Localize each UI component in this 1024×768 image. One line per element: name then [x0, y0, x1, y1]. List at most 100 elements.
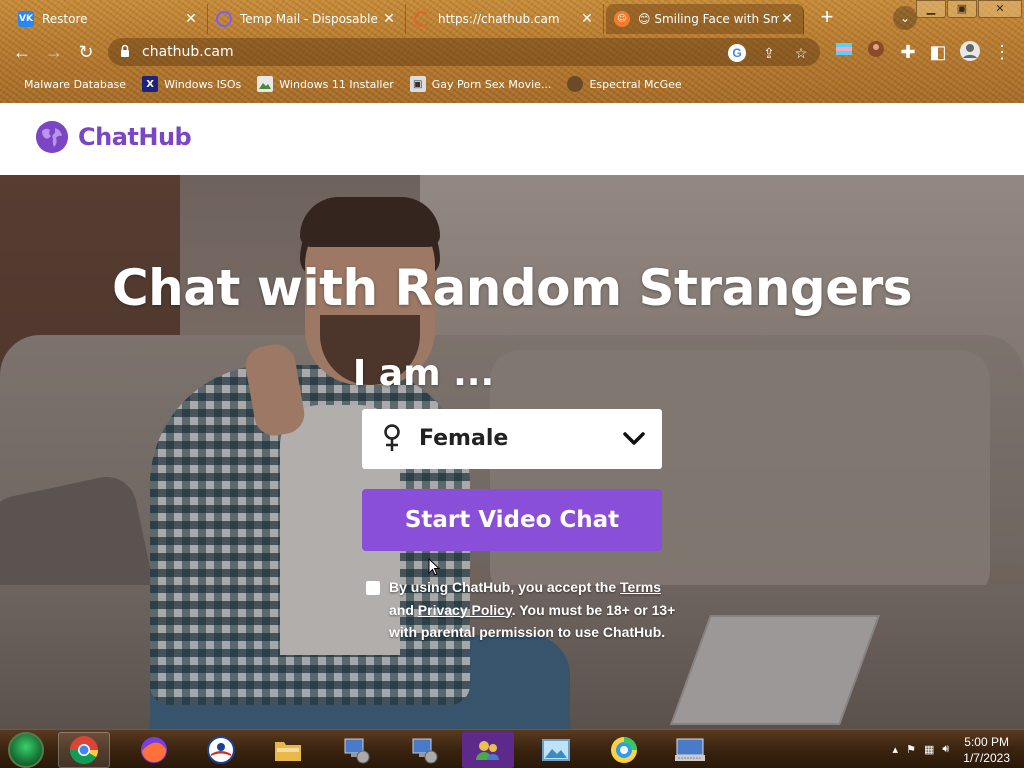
- firefox-icon: [141, 737, 167, 763]
- action-center-flag-icon[interactable]: ⚑: [906, 743, 916, 756]
- tab-temp-mail[interactable]: Temp Mail - Disposable Te ✕: [208, 4, 406, 34]
- terms-and: and: [389, 601, 414, 618]
- network-icon[interactable]: ▦: [924, 743, 934, 756]
- bookmark-label: Espectral McGee: [589, 77, 682, 91]
- loading-icon: [414, 11, 430, 27]
- terms-checkbox[interactable]: [366, 581, 380, 595]
- volume-icon[interactable]: 🔊︎: [942, 743, 949, 756]
- bookmark-malware-database[interactable]: Malware Database: [14, 76, 126, 92]
- system-tray: ▴ ⚑ ▦ 🔊︎ 5:00 PM 1/7/2023: [893, 730, 1024, 768]
- terms-text: By using ChatHub, you accept the Terms a…: [389, 576, 679, 644]
- close-icon[interactable]: ✕: [183, 11, 199, 27]
- taskbar-network-setup-1[interactable]: [330, 732, 382, 768]
- taskbar-browser[interactable]: [598, 732, 650, 768]
- side-panel-icon[interactable]: ◧: [926, 40, 950, 64]
- reload-icon[interactable]: ↻: [74, 40, 98, 64]
- logo-text: ChatHub: [78, 123, 192, 151]
- privacy-policy-link[interactable]: Privacy Policy: [418, 602, 512, 618]
- bookmark-espectral-mcgee[interactable]: Espectral McGee: [567, 76, 682, 92]
- network-setup-icon: [412, 738, 438, 764]
- female-symbol-icon: [384, 424, 400, 451]
- bookmarks-bar: Malware Database X Windows ISOs Windows …: [0, 72, 1024, 96]
- network-setup-icon: [344, 738, 370, 764]
- hero-title: Chat with Random Strangers: [111, 259, 913, 317]
- box-icon: ▣: [409, 76, 426, 92]
- tab-restore[interactable]: VK Restore ✕: [10, 4, 208, 34]
- globe-icon: [36, 121, 68, 153]
- back-icon[interactable]: ←: [10, 40, 34, 64]
- chathub-logo[interactable]: ChatHub: [36, 121, 192, 153]
- bookmark-windows-11-installer[interactable]: Windows 11 Installer: [257, 76, 394, 92]
- mouse-cursor-icon: [428, 558, 440, 576]
- taskbar-firefox[interactable]: [128, 732, 180, 768]
- x-icon: X: [142, 76, 159, 92]
- maximize-button[interactable]: ▣: [947, 0, 977, 18]
- vk-icon: VK: [18, 11, 34, 27]
- gender-selected-value: Female: [419, 426, 509, 451]
- terms-link[interactable]: Terms: [620, 579, 661, 595]
- tab-emoji[interactable]: ☺ 😊 Smiling Face with Smil ✕: [606, 4, 804, 34]
- minimize-button[interactable]: ▁: [916, 0, 946, 18]
- clock-date: 1/7/2023: [963, 750, 1010, 765]
- taskbar-network-setup-2[interactable]: [398, 732, 450, 768]
- share-icon[interactable]: ⇪: [760, 44, 778, 62]
- terms-prefix: By using ChatHub, you accept the: [389, 579, 617, 595]
- start-button[interactable]: [8, 732, 44, 768]
- taskbar-users[interactable]: [462, 732, 514, 768]
- navigation-bar: ← → ↻ chathub.cam G ⇪ ☆ ✚ ◧ ⋮: [0, 36, 1024, 68]
- i-am-label: I am ...: [352, 353, 495, 394]
- close-window-button[interactable]: ✕: [978, 0, 1022, 18]
- clock-time: 5:00 PM: [964, 734, 1009, 749]
- file-explorer-icon: [275, 742, 301, 761]
- tab-title: 😊 Smiling Face with Smil: [638, 12, 779, 26]
- chrome-icon: [70, 736, 98, 764]
- tab-title: Restore: [42, 12, 88, 26]
- tab-title: https://chathub.cam: [438, 12, 560, 26]
- tab-chathub[interactable]: https://chathub.cam ✕: [406, 4, 604, 34]
- taskbar-chrome[interactable]: [58, 732, 110, 768]
- close-icon[interactable]: ✕: [579, 11, 595, 27]
- gender-dropdown[interactable]: Female: [362, 409, 662, 469]
- bookmark-label: Windows 11 Installer: [279, 77, 394, 91]
- tab-search-icon[interactable]: ⌄: [893, 6, 917, 30]
- taskbar-obama-logo[interactable]: [195, 732, 247, 768]
- close-icon[interactable]: ✕: [381, 11, 397, 27]
- site-header: ChatHub: [0, 103, 1024, 175]
- show-hidden-icons-icon[interactable]: ▴: [893, 743, 899, 756]
- avatar-icon: [567, 76, 584, 92]
- obama-logo-icon: [207, 736, 235, 764]
- menu-kebab-icon[interactable]: ⋮: [990, 40, 1014, 64]
- bookmark-star-icon[interactable]: ☆: [792, 44, 810, 62]
- taskbar-keyboard[interactable]: [664, 732, 716, 768]
- url-text: chathub.cam: [142, 44, 234, 60]
- browser-icon: [611, 737, 637, 763]
- bookmark-movie-site[interactable]: ▣ Gay Porn Sex Movie...: [409, 76, 552, 92]
- new-tab-button[interactable]: +: [814, 6, 840, 30]
- window-controls: ▁ ▣ ✕: [915, 0, 1022, 18]
- avatar-extension-icon[interactable]: [864, 40, 888, 64]
- users-icon: [476, 741, 499, 760]
- emoji-icon: ☺: [614, 11, 630, 27]
- chevron-down-icon: [623, 432, 645, 445]
- hero-section: Chat with Random Strangers I am ... Fema…: [0, 175, 1024, 729]
- tab-title: Temp Mail - Disposable Te: [240, 12, 381, 26]
- system-clock[interactable]: 5:00 PM 1/7/2023: [963, 734, 1010, 766]
- taskbar-photos[interactable]: [530, 732, 582, 768]
- close-icon[interactable]: ✕: [779, 11, 795, 27]
- photos-icon: [542, 739, 570, 761]
- bookmark-windows-isos[interactable]: X Windows ISOs: [142, 76, 241, 92]
- profile-icon[interactable]: [958, 40, 982, 64]
- lock-icon: [121, 44, 129, 57]
- image-icon: [257, 76, 274, 92]
- extensions-puzzle-icon[interactable]: ✚: [896, 40, 920, 64]
- google-translate-icon[interactable]: G: [728, 44, 746, 62]
- flag-extension-icon[interactable]: [832, 40, 856, 64]
- keyboard-icon: [675, 738, 705, 761]
- bookmark-label: Malware Database: [24, 77, 127, 91]
- forward-icon[interactable]: →: [42, 40, 66, 64]
- start-video-chat-button[interactable]: Start Video Chat: [362, 489, 662, 551]
- temp-mail-icon: [216, 11, 232, 27]
- taskbar-file-explorer[interactable]: [262, 732, 314, 768]
- address-bar[interactable]: chathub.cam G ⇪ ☆: [108, 38, 820, 66]
- bookmark-label: Gay Porn Sex Movie...: [431, 77, 552, 91]
